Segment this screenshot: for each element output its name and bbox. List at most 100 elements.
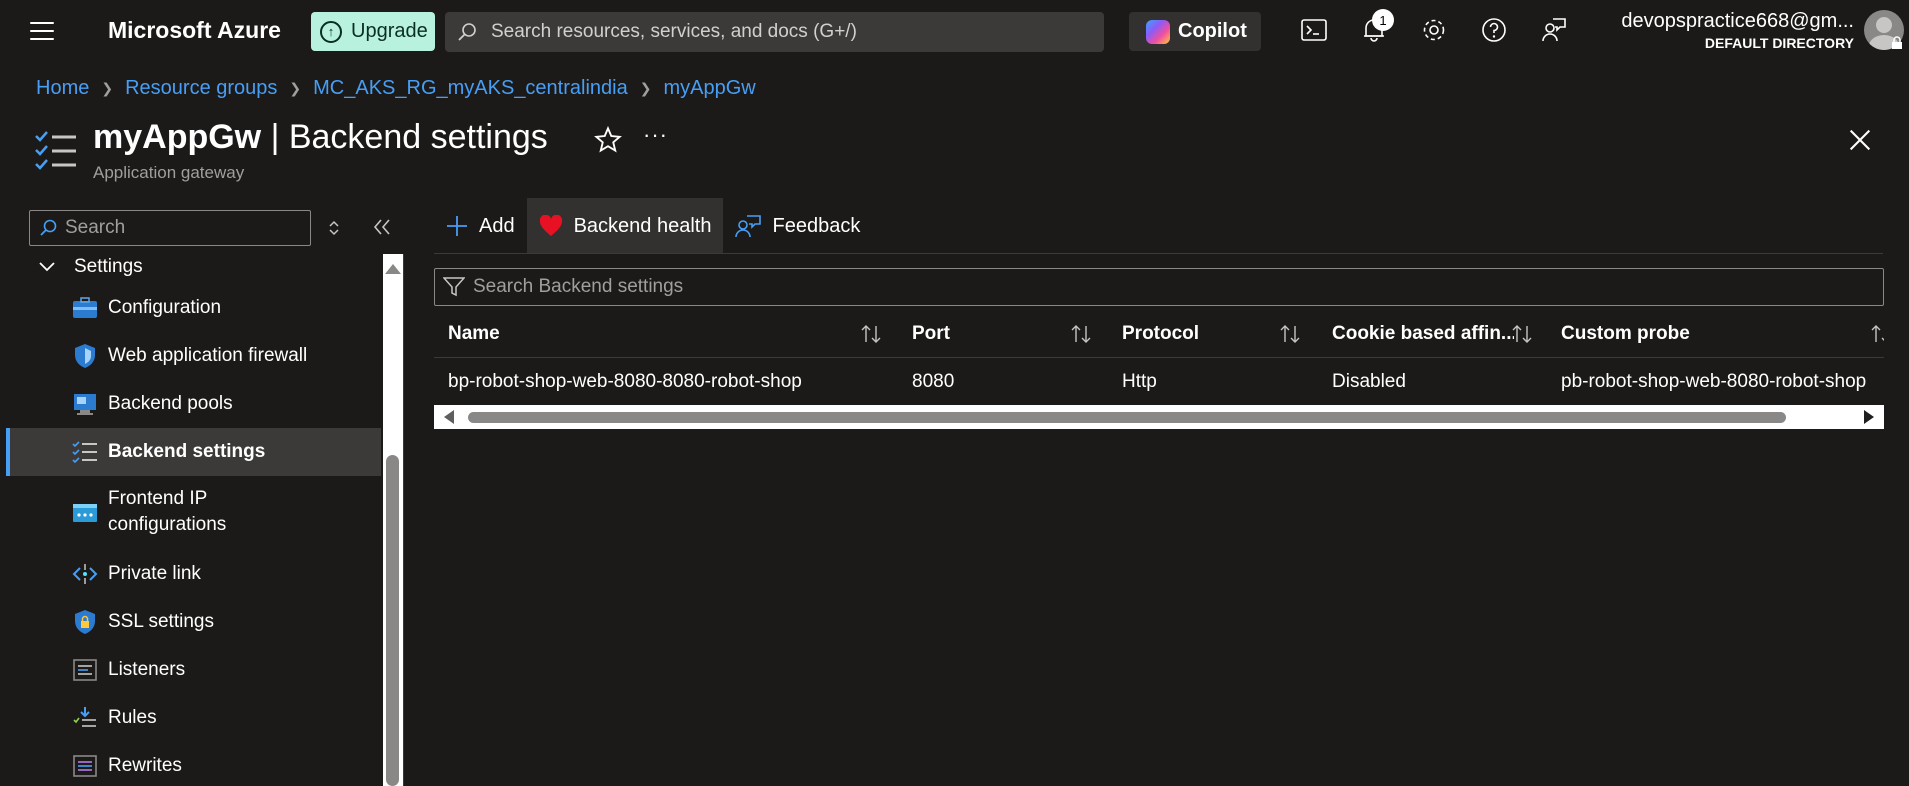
page-title-section: | Backend settings	[261, 118, 548, 156]
sidebar-divider	[403, 254, 404, 786]
rules-icon	[73, 707, 96, 727]
sidebar-item-ssl-settings[interactable]: SSL settings	[6, 598, 381, 646]
close-icon[interactable]	[1846, 126, 1874, 154]
expand-collapse-all-icon[interactable]	[326, 218, 342, 238]
sort-icon[interactable]	[1511, 324, 1533, 344]
feedback-label: Feedback	[772, 214, 861, 237]
search-icon	[40, 219, 57, 236]
backend-settings-page-icon	[35, 131, 76, 170]
sidebar-item-web-application-firewall[interactable]: Web application firewall	[6, 332, 381, 380]
lock-icon	[1892, 36, 1902, 49]
sort-icon[interactable]	[1870, 324, 1884, 344]
sidebar-search-input[interactable]: Search	[29, 210, 311, 246]
backend-health-label: Backend health	[573, 214, 712, 237]
sidebar-item-label: Rules	[108, 707, 157, 728]
waf-shield-icon	[75, 344, 95, 368]
resource-menu: Settings Configuration Web application f…	[0, 254, 382, 786]
portal-menu-button[interactable]	[28, 20, 56, 42]
breadcrumb-resource-groups[interactable]: Resource groups	[125, 77, 277, 100]
listeners-icon	[73, 659, 97, 681]
chevron-right-icon: ❯	[639, 80, 652, 96]
help-icon[interactable]	[1478, 14, 1510, 46]
copilot-logo-icon	[1146, 19, 1170, 44]
brand-title[interactable]: Microsoft Azure	[108, 17, 281, 44]
cloud-shell-icon[interactable]	[1298, 14, 1330, 46]
search-icon	[458, 23, 476, 41]
sidebar-item-rewrites[interactable]: Rewrites	[6, 742, 381, 786]
scroll-left-arrow-icon[interactable]	[444, 410, 454, 424]
sidebar-item-label: SSL settings	[108, 611, 214, 632]
backend-health-button[interactable]: Backend health	[526, 198, 724, 254]
copilot-label: Copilot	[1178, 20, 1247, 42]
settings-section-header[interactable]: Settings	[38, 254, 143, 280]
column-header-custom-probe[interactable]: Custom probe	[1561, 310, 1861, 358]
table-row[interactable]: bp-robot-shop-web-8080-8080-robot-shop 8…	[434, 358, 1884, 406]
filter-backend-settings-input[interactable]: Search Backend settings	[434, 268, 1884, 306]
sidebar-item-configuration[interactable]: Configuration	[6, 284, 381, 332]
sidebar-item-backend-pools[interactable]: Backend pools	[6, 380, 381, 428]
global-search-placeholder: Search resources, services, and docs (G+…	[491, 21, 857, 42]
notification-count-badge: 1	[1372, 9, 1394, 31]
breadcrumb-resource-group[interactable]: MC_AKS_RG_myAKS_centralindia	[313, 77, 628, 100]
cell-cookie-affinity: Disabled	[1332, 371, 1406, 392]
breadcrumb: Home ❯ Resource groups ❯ MC_AKS_RG_myAKS…	[36, 77, 756, 100]
sidebar-item-label: Backend pools	[108, 393, 233, 414]
collapse-sidebar-icon[interactable]	[370, 216, 394, 238]
sort-icon[interactable]	[860, 324, 882, 344]
column-header-port[interactable]: Port	[912, 310, 1062, 358]
sidebar-item-private-link[interactable]: Private link	[6, 550, 381, 598]
favorite-star-icon[interactable]	[594, 126, 622, 154]
cell-port: 8080	[912, 371, 955, 392]
sidebar-search-placeholder: Search	[65, 217, 126, 238]
cell-protocol: Http	[1122, 371, 1157, 392]
feedback-person-icon	[735, 215, 762, 238]
more-options-button[interactable]: ···	[643, 122, 668, 148]
sidebar-item-label: Backend settings	[108, 441, 266, 462]
command-bar-divider	[434, 253, 1883, 254]
column-header-cookie-affinity[interactable]: Cookie based affin...	[1332, 310, 1514, 358]
sidebar-item-label: Listeners	[108, 659, 186, 680]
account-info[interactable]: devopspractice668@gm... DEFAULT DIRECTOR…	[1621, 10, 1854, 51]
private-link-icon	[72, 564, 98, 584]
table-horizontal-scrollbar[interactable]	[434, 405, 1884, 429]
column-header-protocol[interactable]: Protocol	[1122, 310, 1272, 358]
page-title-resource: myAppGw	[93, 118, 262, 156]
sort-icon[interactable]	[1070, 324, 1092, 344]
feedback-button[interactable]: Feedback	[723, 198, 872, 254]
sidebar-item-listeners[interactable]: Listeners	[6, 646, 381, 694]
rewrites-icon	[73, 755, 97, 777]
sidebar-item-label: Web application firewall	[108, 345, 308, 366]
filter-placeholder: Search Backend settings	[473, 276, 684, 297]
sidebar-scrollbar-thumb[interactable]	[386, 455, 399, 786]
upgrade-button[interactable]: ↑ Upgrade	[311, 12, 435, 51]
copilot-button[interactable]: Copilot	[1129, 12, 1261, 51]
chevron-right-icon: ❯	[101, 80, 114, 96]
heart-icon	[539, 215, 562, 236]
settings-gear-icon[interactable]	[1418, 14, 1450, 46]
scroll-up-arrow-icon[interactable]	[385, 264, 401, 274]
scroll-right-arrow-icon[interactable]	[1864, 410, 1874, 424]
cell-custom-probe[interactable]: pb-robot-shop-web-8080-robot-shop	[1561, 358, 1884, 406]
page-title: myAppGw | Backend settings	[93, 118, 548, 157]
configuration-icon	[73, 297, 97, 318]
cell-name[interactable]: bp-robot-shop-web-8080-8080-robot-shop	[448, 358, 898, 406]
sidebar-item-label: Frontend IP configurations	[108, 488, 227, 535]
breadcrumb-home[interactable]: Home	[36, 77, 89, 100]
filter-icon	[443, 277, 465, 297]
chevron-down-icon	[39, 262, 55, 272]
horizontal-scrollbar-thumb[interactable]	[468, 412, 1786, 423]
sidebar-item-backend-settings[interactable]: Backend settings	[6, 428, 381, 476]
table-header: Name Port Protocol Cookie based affin...…	[434, 310, 1884, 358]
arrow-up-circle-icon: ↑	[320, 20, 342, 43]
top-bar: Microsoft Azure ↑ Upgrade Search resourc…	[0, 0, 1909, 61]
feedback-person-icon[interactable]	[1538, 14, 1570, 46]
frontend-ip-icon	[73, 504, 97, 522]
sidebar-item-frontend-ip-configurations[interactable]: Frontend IP configurations	[6, 476, 381, 550]
sidebar-item-rules[interactable]: Rules	[6, 694, 381, 742]
global-search-input[interactable]: Search resources, services, and docs (G+…	[445, 12, 1104, 52]
add-button[interactable]: Add	[434, 198, 527, 254]
column-header-name[interactable]: Name	[448, 310, 848, 358]
sort-icon[interactable]	[1279, 324, 1301, 344]
breadcrumb-app-gateway[interactable]: myAppGw	[663, 77, 755, 100]
ssl-shield-icon	[75, 610, 95, 634]
